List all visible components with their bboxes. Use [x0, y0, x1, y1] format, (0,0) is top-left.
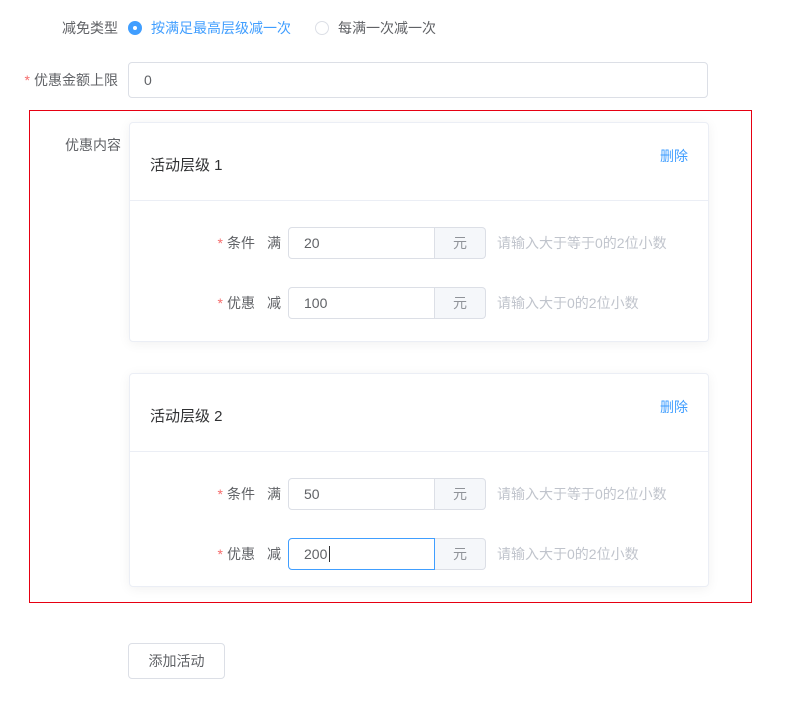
benefit-row: *优惠 减 元 请输入大于0的2位小数	[130, 287, 708, 319]
benefit-input-group-focused: 元	[288, 538, 486, 570]
card-header: 活动层级 2 删除	[130, 374, 708, 452]
card-header: 活动层级 1 删除	[130, 123, 708, 201]
promotion-form-page: 减免类型 按满足最高层级减一次 每满一次减一次 *优惠金额上限 优惠内容 活动层…	[0, 0, 812, 703]
text-cursor	[329, 546, 330, 562]
reduction-type-label: 减免类型	[0, 14, 118, 42]
add-activity-button[interactable]: 添加活动	[128, 643, 225, 679]
discount-content-group: 优惠内容 活动层级 1 删除 *条件 满 元 请输入大于等于0的2位小数 *	[29, 110, 752, 603]
condition-hint: 请输入大于等于0的2位小数	[497, 484, 667, 504]
card-title: 活动层级 2	[150, 405, 223, 426]
benefit-input-group: 元	[288, 287, 486, 319]
benefit-amount-input[interactable]	[288, 287, 435, 319]
condition-row: *条件 满 元 请输入大于等于0的2位小数	[130, 478, 708, 510]
condition-hint: 请输入大于等于0的2位小数	[497, 233, 667, 253]
card-body: *条件 满 元 请输入大于等于0的2位小数 *优惠 减 元	[130, 452, 708, 570]
required-asterisk: *	[25, 72, 30, 88]
benefit-row: *优惠 减 元 请输入大于0的2位小数	[130, 538, 708, 570]
max-discount-input[interactable]	[128, 62, 708, 98]
benefit-label-text: 优惠	[227, 295, 255, 311]
condition-label-text: 条件	[227, 486, 255, 502]
radio-option-label[interactable]: 每满一次减一次	[338, 18, 436, 38]
required-asterisk: *	[218, 486, 223, 502]
card-body: *条件 满 元 请输入大于等于0的2位小数 *优惠 减 元 请输入大于0的2	[130, 201, 708, 319]
condition-label: *条件	[130, 484, 255, 504]
condition-prefix: 满	[267, 233, 281, 253]
benefit-prefix: 减	[267, 544, 281, 564]
yuan-unit-addon: 元	[435, 227, 486, 259]
condition-label: *条件	[130, 233, 255, 253]
card-title: 活动层级 1	[150, 154, 223, 175]
condition-input-group: 元	[288, 227, 486, 259]
radio-unselected-icon[interactable]	[315, 21, 329, 35]
condition-prefix: 满	[267, 484, 281, 504]
benefit-hint: 请输入大于0的2位小数	[497, 293, 639, 313]
radio-option-every-time[interactable]: 每满一次减一次	[315, 14, 436, 42]
reduction-type-row: 减免类型 按满足最高层级减一次 每满一次减一次	[0, 14, 812, 42]
benefit-label: *优惠	[130, 544, 255, 564]
yuan-unit-addon: 元	[435, 287, 486, 319]
benefit-label: *优惠	[130, 293, 255, 313]
delete-level-button[interactable]: 删除	[660, 146, 688, 166]
discount-content-label: 优惠内容	[30, 135, 121, 155]
radio-selected-icon[interactable]	[128, 21, 142, 35]
activity-level-card-1: 活动层级 1 删除 *条件 满 元 请输入大于等于0的2位小数 *优惠 减	[129, 122, 709, 342]
benefit-amount-input-focused[interactable]	[288, 538, 435, 570]
condition-row: *条件 满 元 请输入大于等于0的2位小数	[130, 227, 708, 259]
max-discount-label-text: 优惠金额上限	[34, 72, 118, 88]
max-discount-field: *优惠金额上限	[0, 62, 812, 98]
benefit-label-text: 优惠	[227, 546, 255, 562]
required-asterisk: *	[218, 235, 223, 251]
condition-amount-input[interactable]	[288, 478, 435, 510]
yuan-unit-addon: 元	[435, 478, 486, 510]
max-discount-label: *优惠金额上限	[0, 62, 118, 98]
required-asterisk: *	[218, 295, 223, 311]
radio-option-highest-level[interactable]: 按满足最高层级减一次	[128, 14, 291, 42]
condition-amount-input[interactable]	[288, 227, 435, 259]
condition-input-group: 元	[288, 478, 486, 510]
benefit-prefix: 减	[267, 293, 281, 313]
benefit-hint: 请输入大于0的2位小数	[497, 544, 639, 564]
required-asterisk: *	[218, 546, 223, 562]
condition-label-text: 条件	[227, 235, 255, 251]
yuan-unit-addon: 元	[435, 538, 486, 570]
activity-level-card-2: 活动层级 2 删除 *条件 满 元 请输入大于等于0的2位小数 *优惠 减	[129, 373, 709, 587]
radio-option-label[interactable]: 按满足最高层级减一次	[151, 18, 291, 38]
delete-level-button[interactable]: 删除	[660, 397, 688, 417]
